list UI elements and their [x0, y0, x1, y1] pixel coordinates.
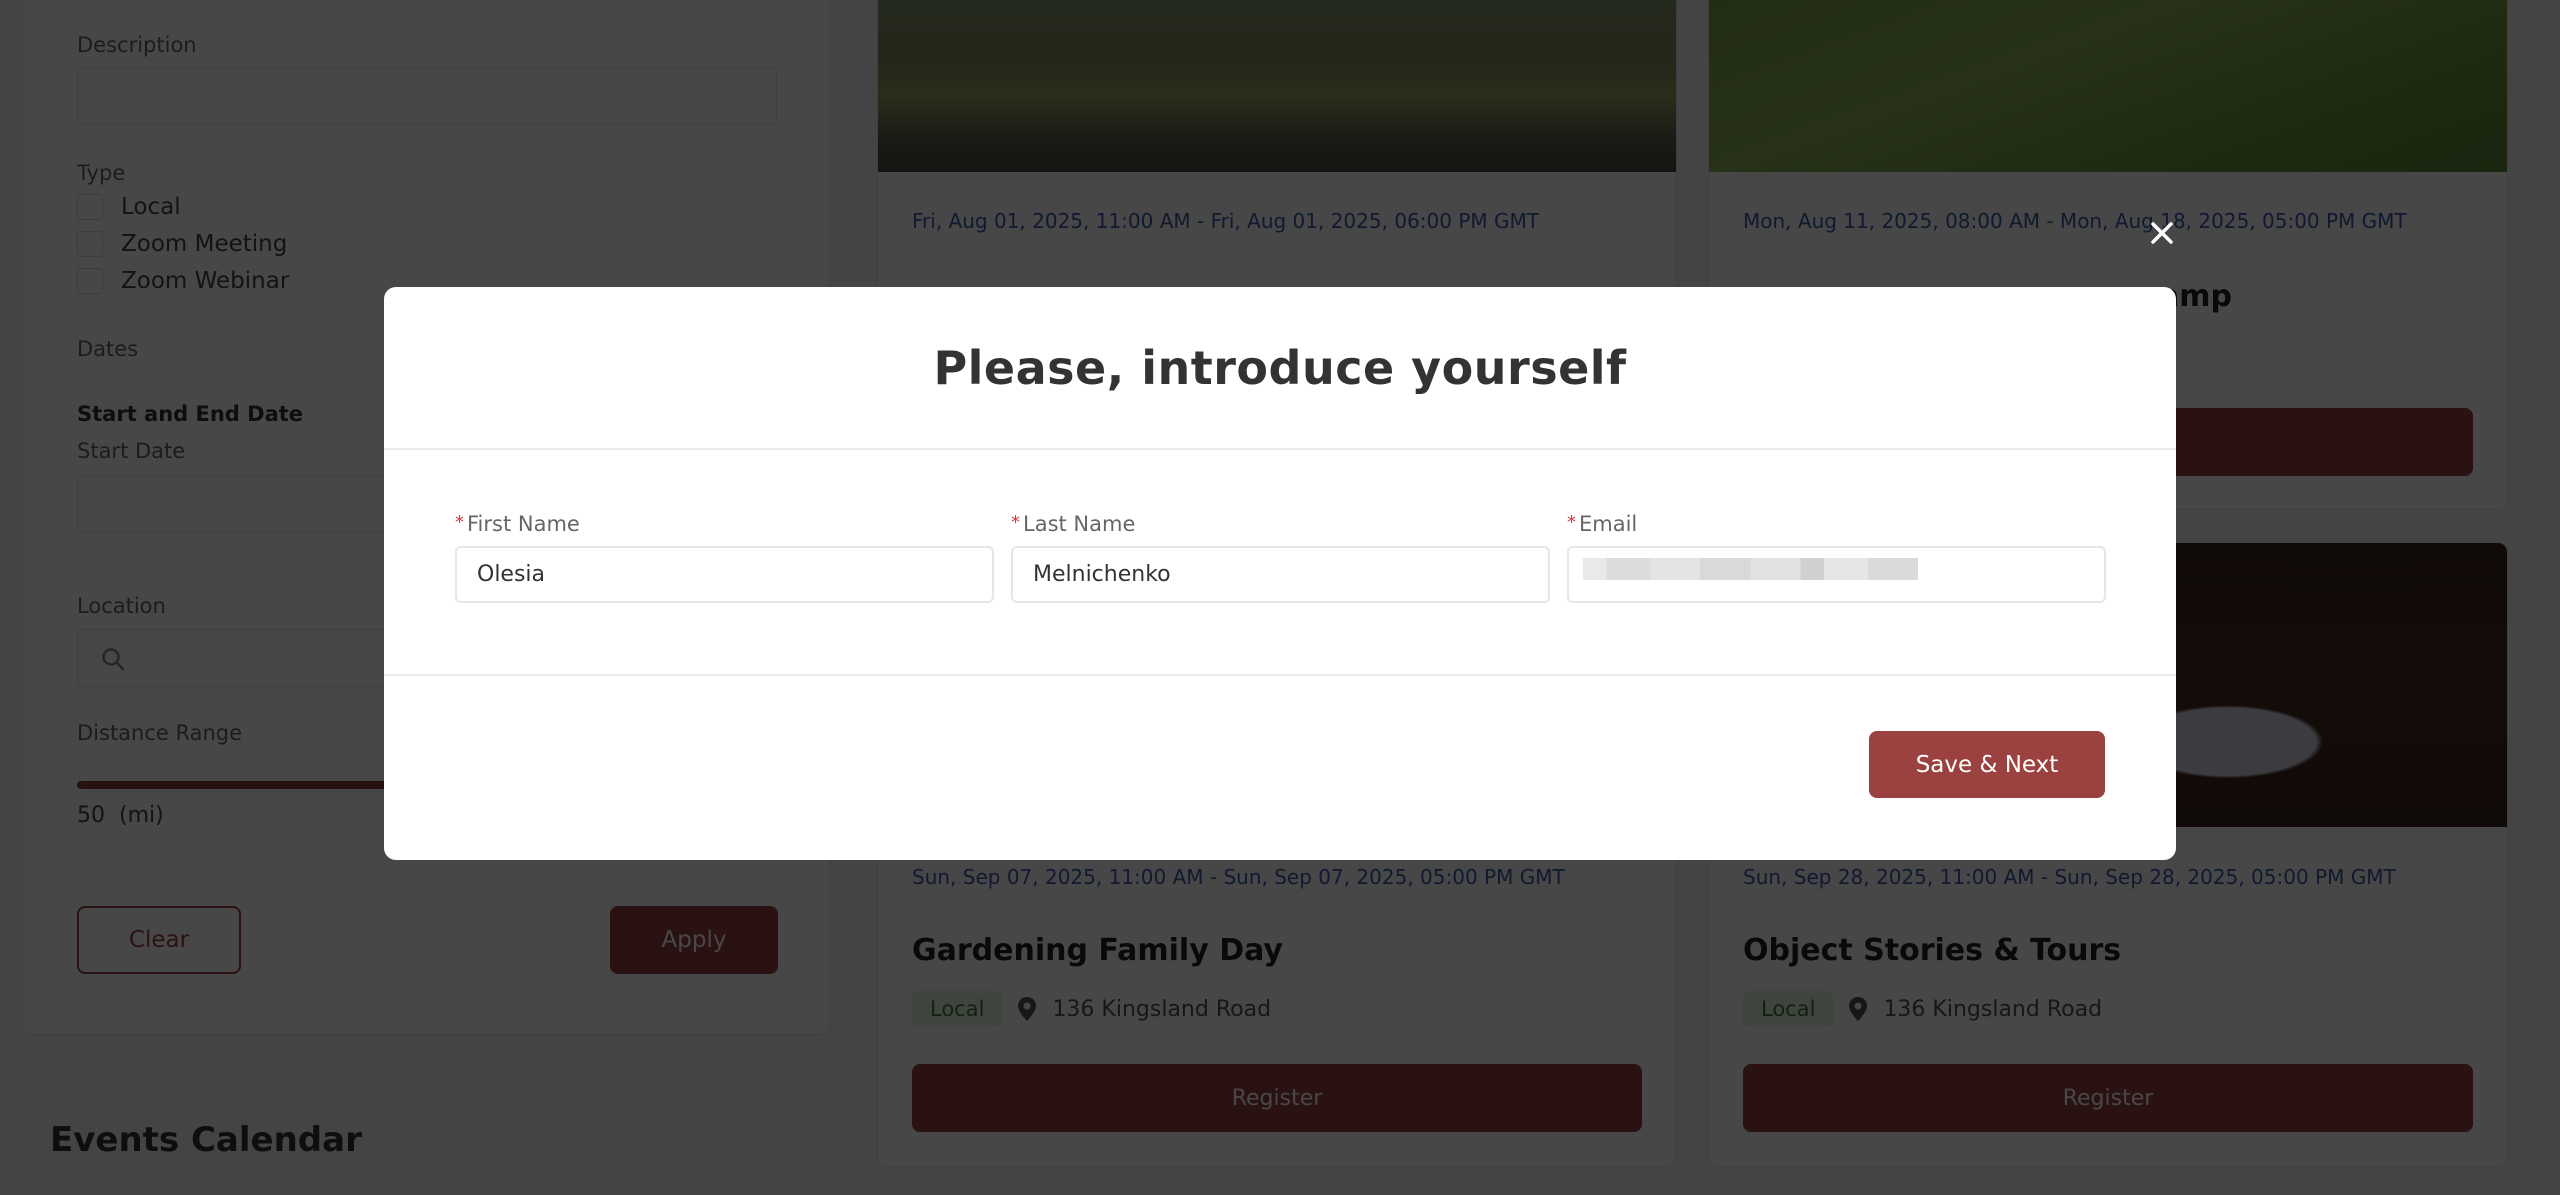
modal-header: Please, introduce yourself	[384, 287, 2176, 450]
last-name-label: * Last Name	[1011, 512, 1136, 536]
redacted-email-value	[1583, 558, 1918, 580]
modal-title: Please, introduce yourself	[933, 340, 1627, 395]
required-mark: *	[1567, 512, 1576, 533]
save-next-button[interactable]: Save & Next	[1869, 731, 2105, 798]
first-name-input[interactable]	[455, 546, 994, 603]
modal-footer: Save & Next	[384, 676, 2176, 860]
email-field: * Email	[1567, 512, 2106, 603]
last-name-field: * Last Name	[1011, 512, 1550, 603]
required-mark: *	[455, 512, 464, 533]
last-name-input[interactable]	[1011, 546, 1550, 603]
email-label: * Email	[1567, 512, 1638, 536]
close-icon[interactable]	[2146, 217, 2178, 249]
introduce-yourself-modal: Please, introduce yourself * First Name …	[384, 287, 2176, 860]
modal-body: * First Name * Last Name * Email	[384, 450, 2176, 676]
first-name-field: * First Name	[455, 512, 994, 603]
required-mark: *	[1011, 512, 1020, 533]
first-name-label: * First Name	[455, 512, 580, 536]
